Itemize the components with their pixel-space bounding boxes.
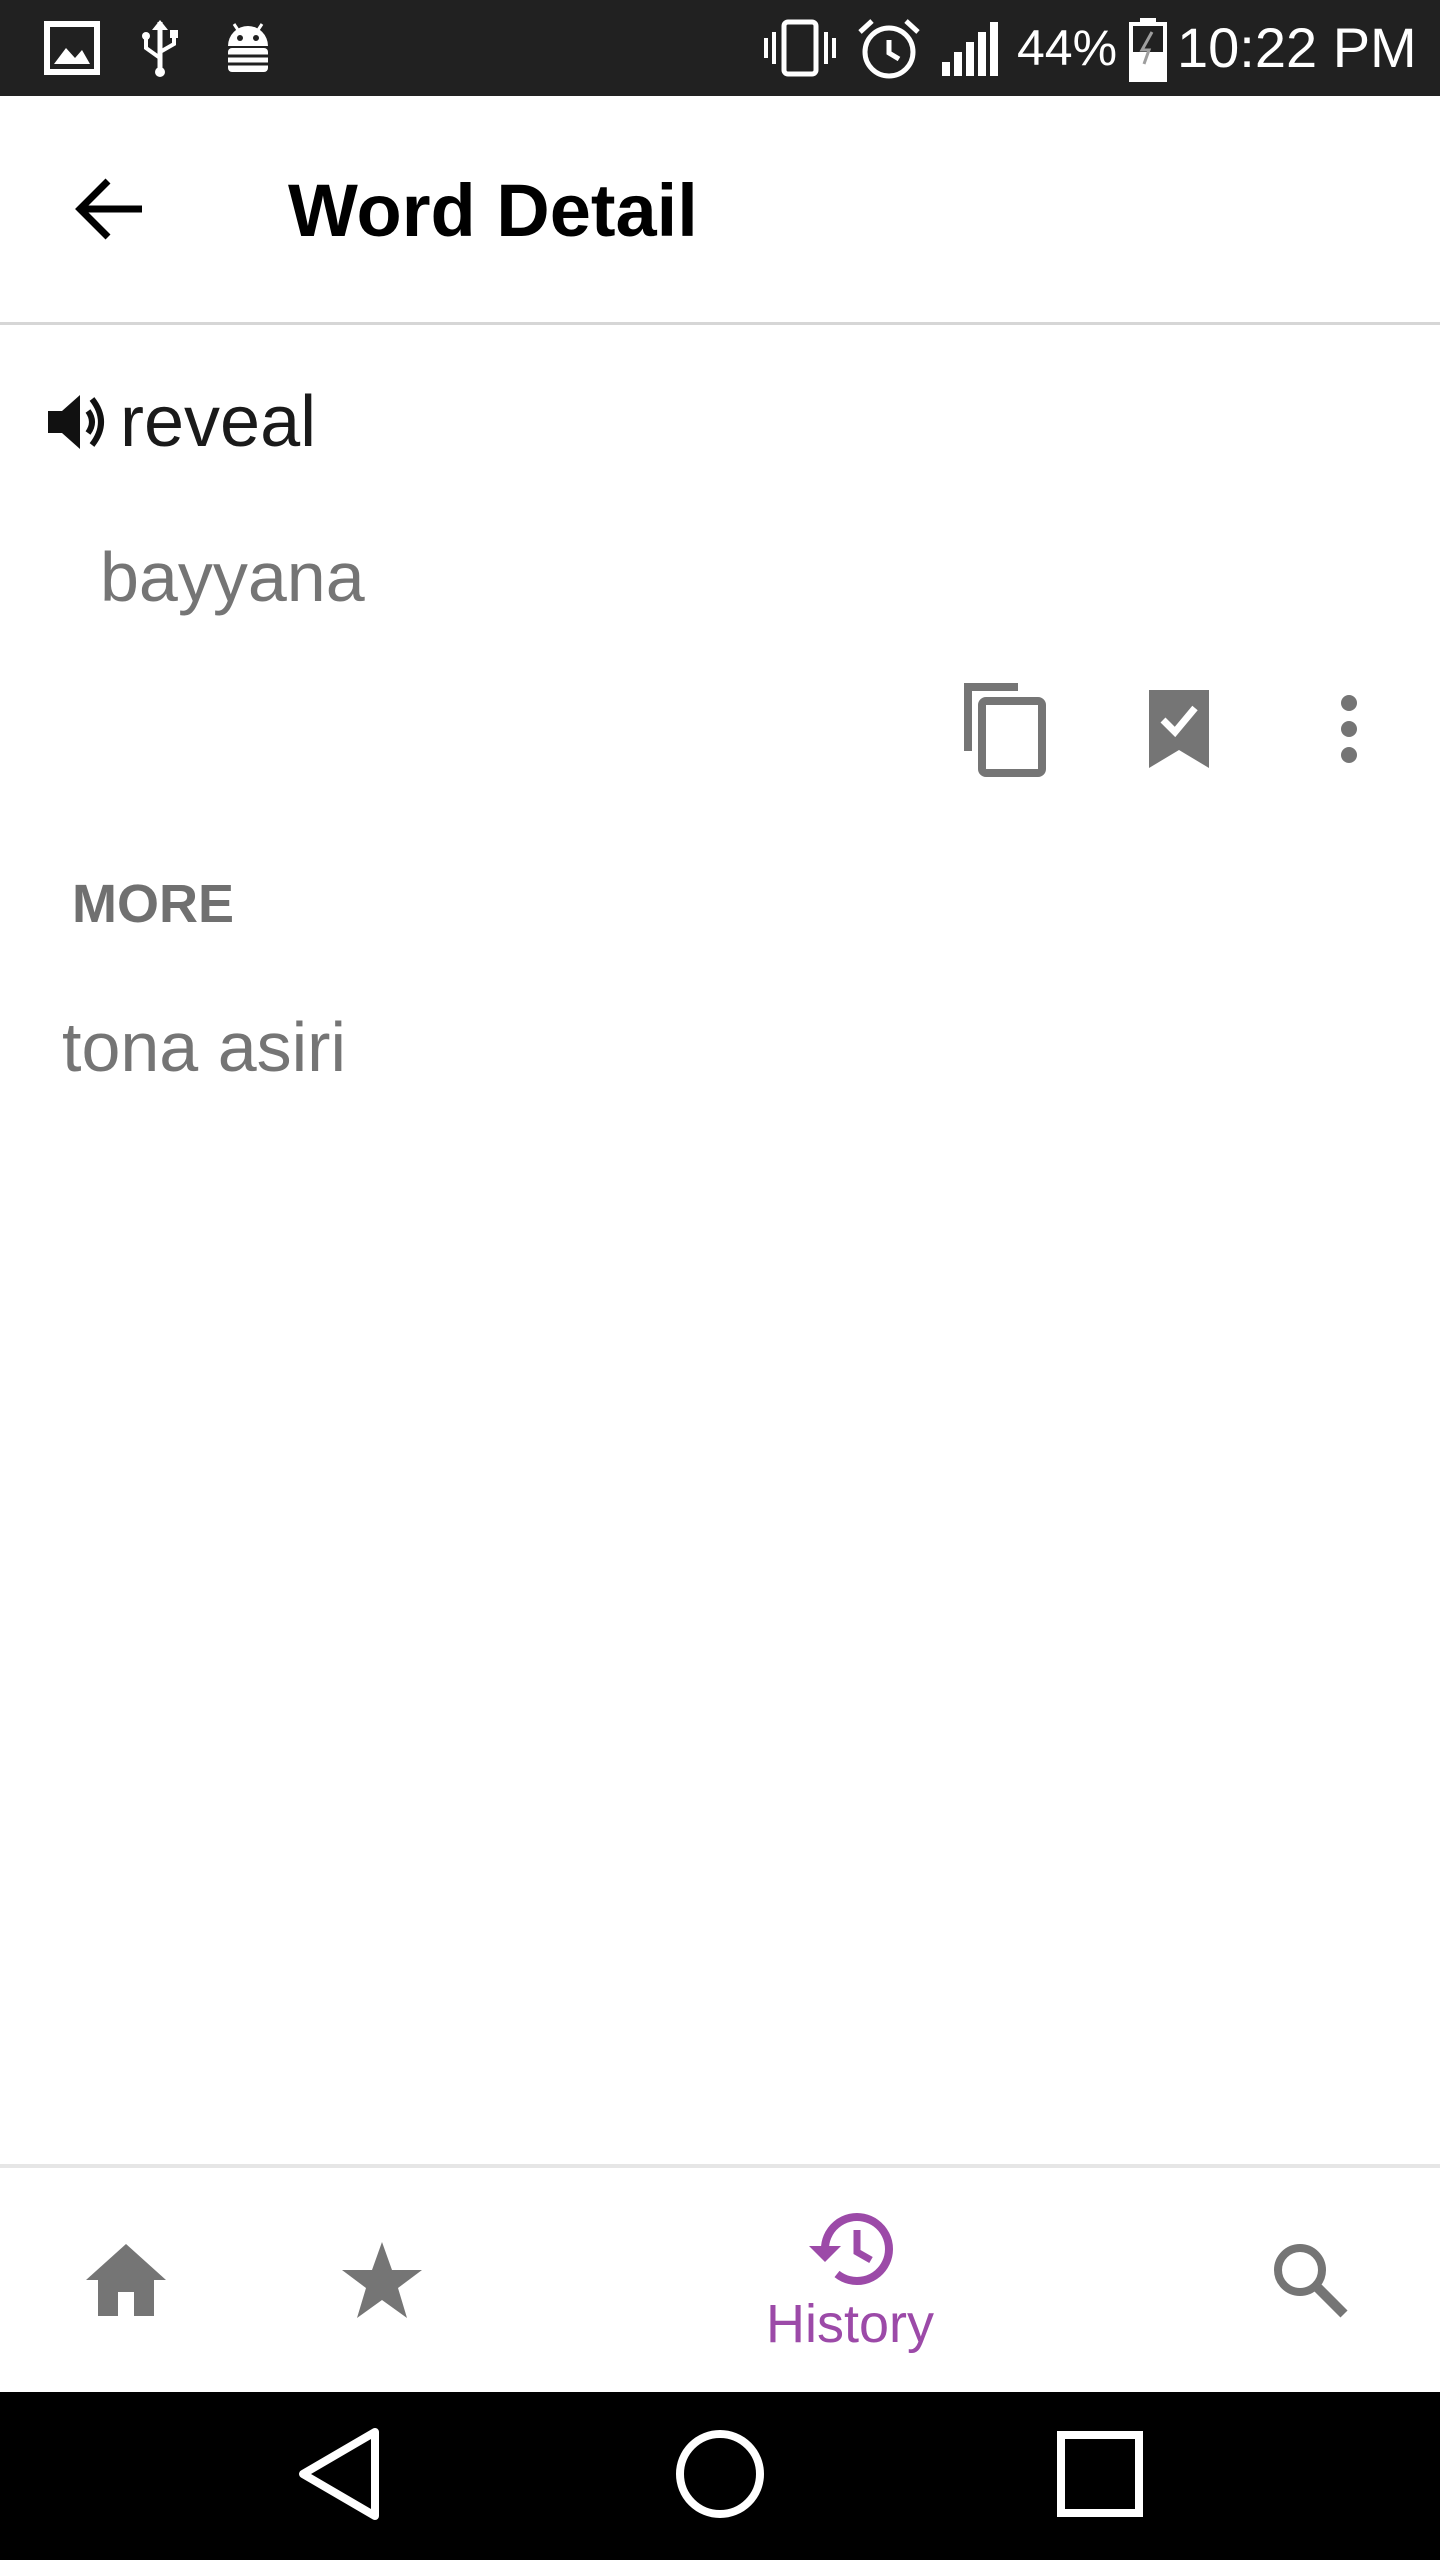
- nav-history[interactable]: History: [720, 2168, 980, 2396]
- more-vertical-icon: [1337, 693, 1361, 770]
- word-row: reveal: [44, 372, 316, 472]
- nav-history-label: History: [765, 2293, 934, 2354]
- bookmark-button[interactable]: [1124, 676, 1234, 786]
- speaker-icon[interactable]: [44, 387, 114, 457]
- copy-icon: [960, 681, 1050, 782]
- alarm-icon: [856, 18, 922, 85]
- app-bar: Word Detail: [0, 96, 1440, 325]
- system-navigation-bar: [0, 2392, 1440, 2560]
- more-options-button[interactable]: [1294, 676, 1404, 786]
- home-icon: [84, 2242, 168, 2323]
- clock: 10:22 PM: [1177, 16, 1417, 79]
- nav-favorites[interactable]: [322, 2168, 442, 2396]
- vibrate-icon: [762, 18, 838, 83]
- back-triangle-icon: [295, 2426, 385, 2527]
- copy-button[interactable]: [950, 676, 1060, 786]
- recents-square-icon: [1055, 2429, 1145, 2524]
- page-title: Word Detail: [288, 169, 698, 252]
- gallery-icon: [44, 18, 100, 83]
- word-headword: reveal: [120, 382, 317, 462]
- star-icon: [340, 2240, 424, 2325]
- history-icon: [805, 2210, 895, 2293]
- android-debug-icon: [220, 18, 276, 83]
- bookmark-check-icon: [1147, 688, 1211, 775]
- search-icon: [1270, 2240, 1350, 2325]
- status-bar: 44% 10:22 PM: [0, 0, 1440, 96]
- system-back-button[interactable]: [280, 2416, 400, 2536]
- bottom-navigation: History: [0, 2164, 1440, 2396]
- system-recents-button[interactable]: [1040, 2416, 1160, 2536]
- back-button[interactable]: [55, 156, 165, 266]
- system-home-button[interactable]: [660, 2416, 780, 2536]
- arrow-back-icon: [74, 177, 146, 246]
- list-item[interactable]: tona asiri: [62, 1000, 346, 1094]
- translation-text: bayyana: [100, 538, 365, 616]
- nav-home[interactable]: [66, 2168, 186, 2396]
- battery-charging-icon: [1128, 18, 1168, 87]
- usb-icon: [138, 18, 182, 83]
- nav-search[interactable]: [1250, 2168, 1370, 2396]
- more-section-header: MORE: [72, 874, 234, 934]
- signal-icon: [940, 18, 1002, 83]
- home-circle-icon: [672, 2426, 768, 2527]
- battery-percent: 44%: [1017, 20, 1118, 76]
